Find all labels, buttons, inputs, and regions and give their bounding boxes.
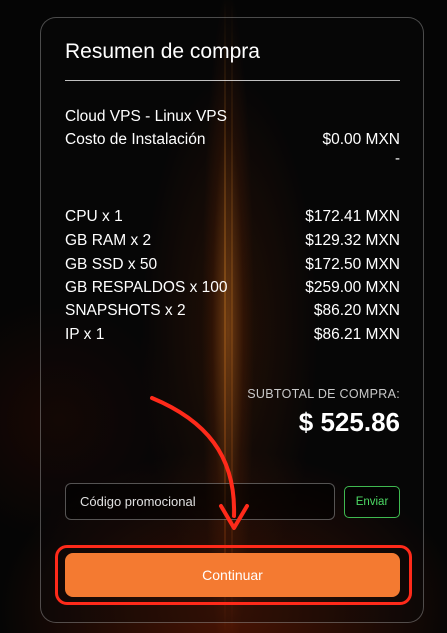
pointer-arrow-icon [150,396,249,530]
